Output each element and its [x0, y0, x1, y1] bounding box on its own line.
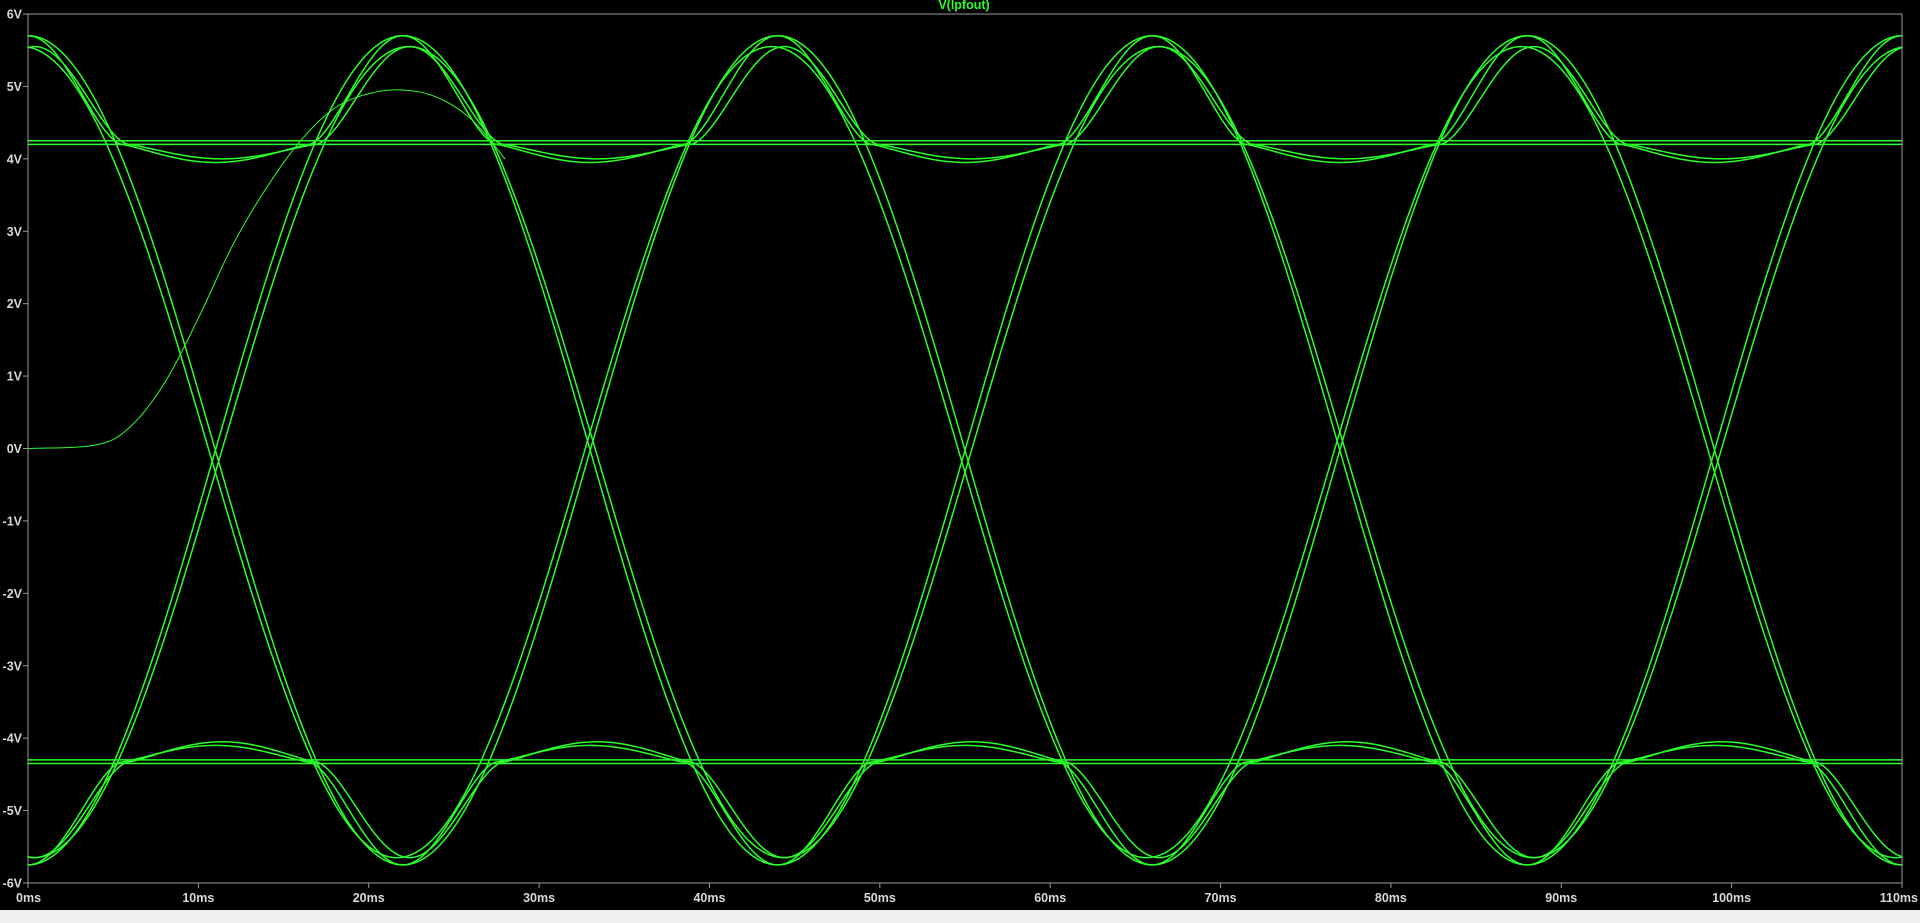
x-tick-label: 80ms — [1375, 891, 1407, 905]
x-tick-label: 0ms — [16, 891, 41, 905]
y-tick-label: 3V — [7, 225, 23, 239]
x-tick-label: 20ms — [353, 891, 385, 905]
y-tick-label: 1V — [7, 370, 23, 384]
x-tick-label: 40ms — [693, 891, 725, 905]
x-axis: 0ms 10ms 20ms 30ms 40ms 50ms 60ms 70ms 80ms 90ms 1… — [16, 883, 1918, 905]
upper-bump-trace[interactable] — [27, 34, 1903, 164]
x-tick-label: 100ms — [1712, 891, 1751, 905]
x-tick-label: 90ms — [1545, 891, 1577, 905]
y-tick-label: -4V — [3, 732, 23, 746]
y-tick-label: 2V — [7, 297, 23, 311]
x-tick-label: 110ms — [1880, 891, 1918, 905]
y-tick-label: 0V — [7, 442, 23, 456]
y-tick-label: -1V — [3, 514, 23, 528]
x-tick-label: 30ms — [523, 891, 555, 905]
trace-title-label[interactable]: V(lpfout) — [938, 0, 989, 12]
x-tick-label: 50ms — [864, 891, 896, 905]
y-tick-label: 5V — [7, 80, 23, 94]
y-tick-label: 6V — [7, 8, 23, 22]
y-tick-label: -6V — [3, 877, 23, 891]
swing-trace[interactable] — [27, 34, 1903, 866]
trace-group — [27, 34, 1903, 866]
x-tick-label: 60ms — [1034, 891, 1066, 905]
waveform-plot[interactable]: V(lpfout) 0ms 10ms 20ms 30ms 40ms 50ms 60ms 70m… — [0, 0, 1920, 910]
y-tick-label: -5V — [3, 804, 23, 818]
y-axis: 6V 5V 4V 3V 2V 1V 0V -1V -2V -3V -4V -5V -6V — [3, 8, 28, 891]
plot-canvas[interactable]: V(lpfout) 0ms 10ms 20ms 30ms 40ms 50ms 60ms 70m… — [0, 0, 1920, 910]
y-tick-label: 4V — [7, 152, 23, 166]
upper-bump-trace[interactable] — [27, 45, 1903, 160]
window-bottom-edge — [0, 910, 1920, 923]
y-tick-label: -2V — [3, 587, 23, 601]
y-tick-label: -3V — [3, 659, 23, 673]
x-tick-label: 10ms — [182, 891, 214, 905]
x-tick-label: 70ms — [1205, 891, 1237, 905]
